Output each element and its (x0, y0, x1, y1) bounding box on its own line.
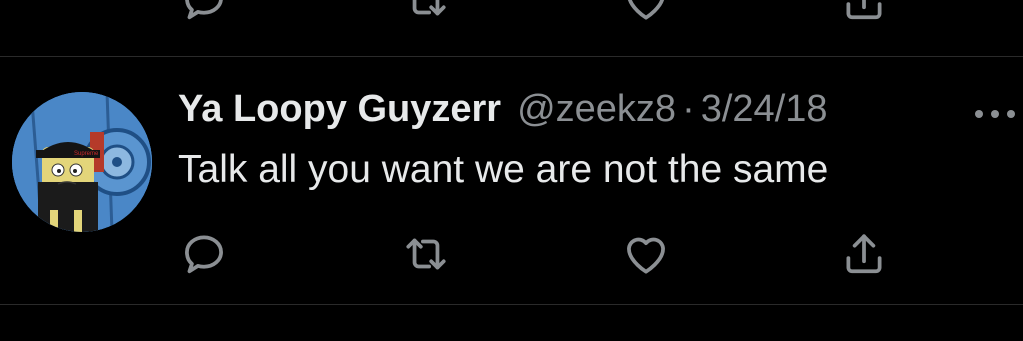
display-name[interactable]: Ya Loopy Guyzerr (178, 88, 501, 131)
tweet-text: Talk all you want we are not the same (178, 148, 829, 191)
tweet-header: Ya Loopy Guyzerr @zeekz8 · 3/24/18 (178, 88, 828, 138)
tweet-divider-bottom (0, 304, 1023, 305)
timeline: Supreme Ya Loopy Guyzerr @zeekz8 · 3/24/… (0, 0, 1023, 341)
tweet-actions (0, 228, 1023, 288)
tweet-divider-top (0, 56, 1023, 57)
reply-icon[interactable] (178, 0, 230, 26)
more-icon[interactable] (970, 96, 1020, 132)
separator-dot: · (682, 88, 695, 130)
share-icon[interactable] (838, 0, 890, 26)
retweet-icon[interactable] (400, 0, 452, 26)
avatar-image: Supreme (12, 92, 152, 232)
heart-icon[interactable] (620, 0, 672, 26)
share-icon[interactable] (838, 228, 890, 280)
user-handle[interactable]: @zeekz8 (517, 88, 676, 131)
avatar[interactable]: Supreme (12, 92, 152, 232)
tweet-date[interactable]: 3/24/18 (701, 88, 828, 131)
reply-icon[interactable] (178, 228, 230, 280)
svg-text:Supreme: Supreme (74, 151, 99, 157)
retweet-icon[interactable] (400, 228, 452, 280)
heart-icon[interactable] (620, 228, 672, 280)
previous-tweet-actions (0, 0, 1023, 34)
